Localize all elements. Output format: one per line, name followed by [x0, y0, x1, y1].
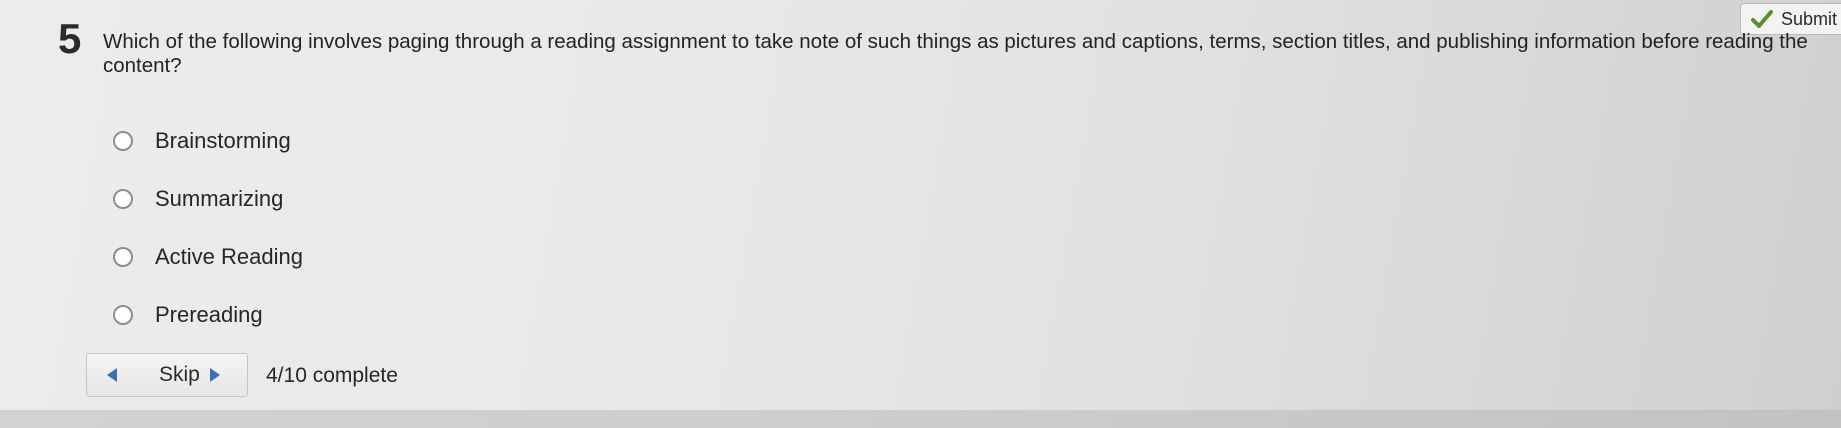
progress-text: 4/10 complete	[266, 364, 398, 387]
arrow-left-icon	[107, 368, 117, 382]
arrow-right-icon	[209, 368, 220, 382]
bottom-band	[0, 410, 1841, 428]
radio-button[interactable]	[113, 247, 133, 267]
option-label: Prereading	[155, 302, 263, 327]
option-active-reading[interactable]: Active Reading	[113, 228, 303, 286]
check-icon	[1751, 10, 1773, 28]
skip-label: Skip	[159, 363, 200, 386]
option-brainstorming[interactable]: Brainstorming	[113, 112, 303, 170]
radio-button[interactable]	[113, 305, 133, 325]
skip-button[interactable]: Skip	[86, 353, 248, 397]
option-summarizing[interactable]: Summarizing	[113, 170, 303, 228]
option-label: Brainstorming	[155, 128, 291, 153]
radio-button[interactable]	[113, 189, 133, 209]
radio-button[interactable]	[113, 131, 133, 151]
question-text: Which of the following involves paging t…	[103, 30, 1808, 77]
question-number: 5	[58, 15, 82, 62]
option-prereading[interactable]: Prereading	[113, 286, 303, 344]
submit-label: Submit	[1781, 8, 1838, 29]
option-label: Summarizing	[155, 186, 284, 211]
answer-options: Brainstorming Summarizing Active Reading…	[113, 112, 303, 344]
option-label: Active Reading	[155, 244, 303, 269]
